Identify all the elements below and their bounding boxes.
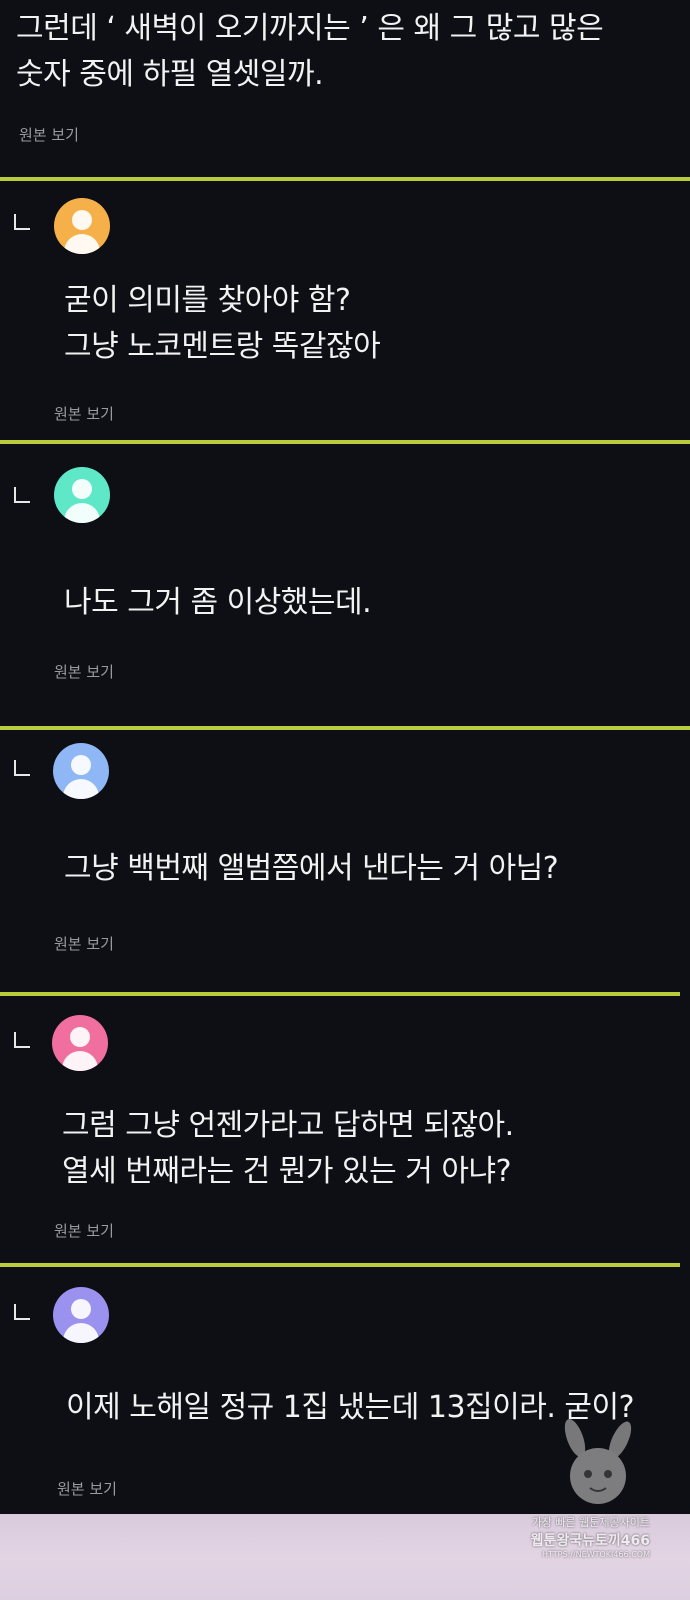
divider: [0, 726, 690, 730]
reply-comment-text: 굳이 의미를 찾아야 함? 그냥 노코멘트랑 똑같잖아: [64, 283, 381, 364]
reply-corner-icon: [14, 1032, 30, 1048]
view-original-link[interactable]: 원본 보기: [57, 1478, 117, 1499]
user-avatar-icon[interactable]: [54, 467, 110, 523]
watermark-line-2: 웹툰왕국뉴토끼466: [530, 1533, 650, 1549]
user-avatar-icon[interactable]: [53, 1287, 109, 1343]
reply-comment-text: 나도 그거 좀 이상했는데.: [64, 585, 372, 620]
user-avatar-icon[interactable]: [52, 1015, 108, 1071]
divider: [0, 440, 690, 444]
reply-corner-icon: [14, 214, 30, 230]
user-avatar-icon[interactable]: [54, 198, 110, 254]
view-original-link[interactable]: 원본 보기: [54, 661, 114, 682]
reply-corner-icon: [14, 487, 30, 503]
watermark-line-1: 가장 빠른 웹툰제공사이트: [531, 1516, 650, 1529]
site-watermark: 가장 빠른 웹툰제공사이트 웹툰왕국뉴토끼466 HTTPS://NEWTOKI…: [520, 1418, 670, 1588]
view-original-link[interactable]: 원본 보기: [19, 124, 79, 145]
parent-comment: 그런데 ‘ 새벽이 오기까지는 ’ 은 왜 그 많고 많은 숫자 중에 하필 열…: [16, 6, 656, 98]
divider: [0, 1263, 680, 1267]
mascot-logo-icon: [564, 1419, 632, 1504]
view-original-link[interactable]: 원본 보기: [54, 403, 114, 424]
reply-comment-text: 그럼 그냥 언젠가라고 답하면 되잖아. 열세 번째라는 건 뭔가 있는 거 아…: [62, 1108, 514, 1189]
divider: [0, 992, 680, 996]
reply-corner-icon: [14, 1304, 30, 1320]
parent-comment-text: 그런데 ‘ 새벽이 오기까지는 ’ 은 왜 그 많고 많은 숫자 중에 하필 열…: [16, 11, 604, 92]
user-avatar-icon[interactable]: [53, 743, 109, 799]
divider: [0, 177, 690, 181]
watermark-line-3: HTTPS://NEWTOKI466.COM: [542, 1550, 650, 1559]
view-original-link[interactable]: 원본 보기: [54, 933, 114, 954]
view-original-link[interactable]: 원본 보기: [54, 1220, 114, 1241]
reply-comment-text: 그냥 백번째 앨범쯤에서 낸다는 거 아님?: [64, 851, 559, 886]
reply-corner-icon: [14, 760, 30, 776]
